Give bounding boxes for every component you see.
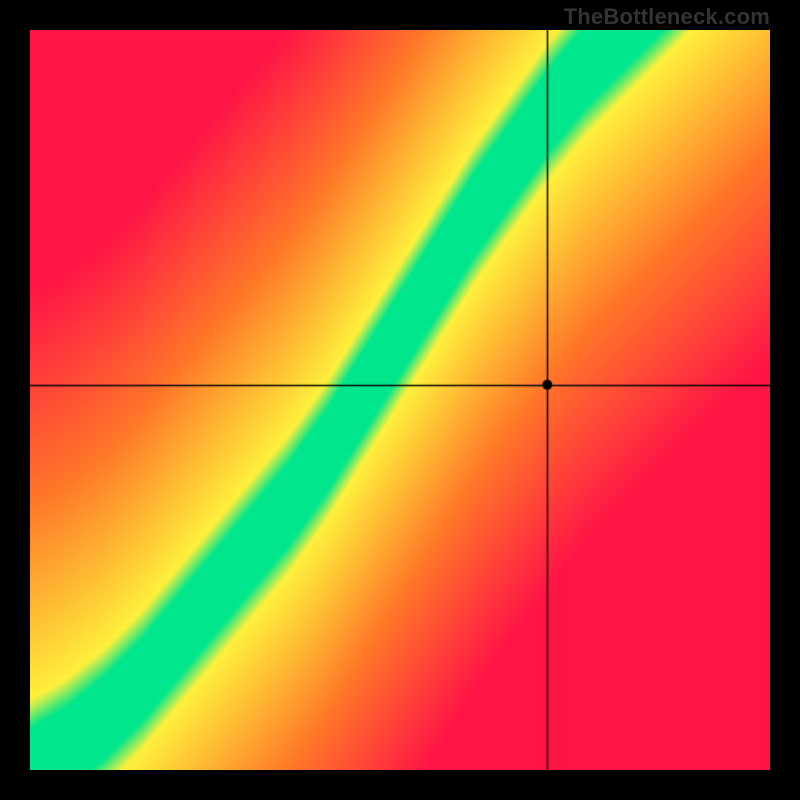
heatmap-canvas — [30, 30, 770, 770]
chart-frame: TheBottleneck.com — [0, 0, 800, 800]
watermark-text: TheBottleneck.com — [564, 4, 770, 30]
